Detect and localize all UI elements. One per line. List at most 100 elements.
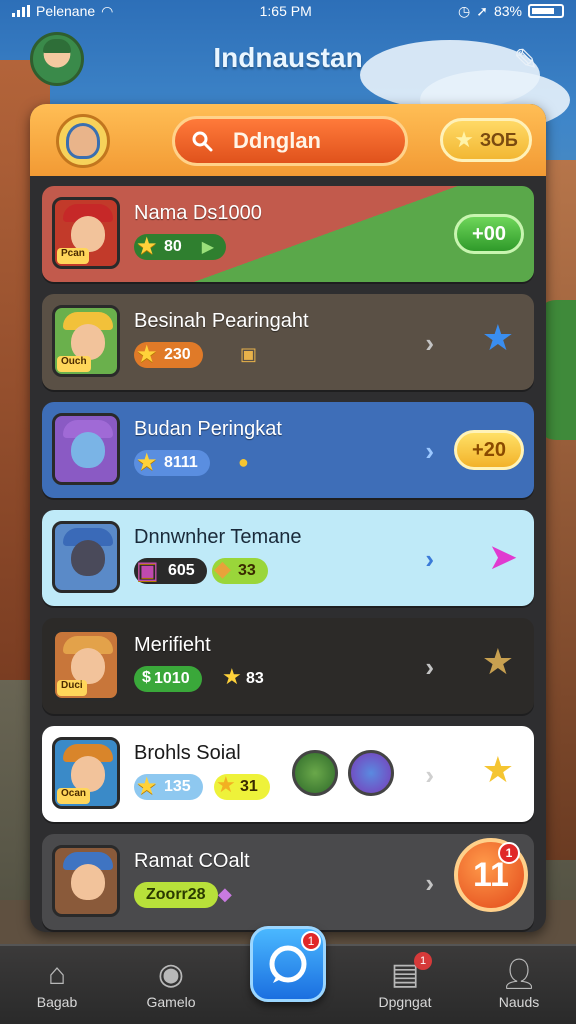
nav-label: Bagab <box>36 994 78 1010</box>
friend-avatar-green[interactable] <box>292 750 338 796</box>
portrait-tag: Ouch <box>57 356 91 372</box>
location-icon: ➚ <box>476 2 488 19</box>
carrier-name: Pelenane <box>36 3 96 19</box>
list-item[interactable]: Ramat COalt Zoorr28 ◆ › 11 1 <box>42 834 534 930</box>
item-title: Besinah Pearingaht <box>134 310 309 332</box>
character-portrait <box>52 413 120 485</box>
claim-button[interactable]: +00 <box>454 214 524 254</box>
leaderboard-panel: Ddnglan ★ ЗОБ Pcan Nama Ds1000 ★ 80 ▶ +0… <box>30 104 546 932</box>
coin-counter[interactable]: ★ ЗОБ <box>440 118 532 162</box>
item-title: Ramat COalt <box>134 850 250 872</box>
star-icon: ★ <box>136 773 158 800</box>
search-icon <box>189 128 215 154</box>
list-item[interactable]: Ouch Besinah Pearingaht ★ 230 ▣ › ★ <box>42 294 534 390</box>
star-stat: ★ 135 <box>134 773 203 800</box>
gem-stat: ◆ 33 <box>212 556 268 584</box>
star-icon: ★ <box>216 772 236 797</box>
chat-button[interactable]: 1 <box>250 926 326 1002</box>
star-icon: ★ <box>136 233 158 260</box>
list-item[interactable]: Dnnwnher Temane ▣ 605 ◆ 33 › ➤ <box>42 510 534 606</box>
star-stat: ★ 8111 <box>134 449 210 476</box>
item-title: Budan Peringkat <box>134 418 282 440</box>
chevron-right-icon[interactable]: › <box>425 868 434 899</box>
nav-games[interactable]: ◉ Gamelo <box>114 946 228 1024</box>
star-stat: ★ 83 <box>220 664 276 692</box>
battery-icon <box>527 4 564 18</box>
chevron-right-icon[interactable]: › <box>425 436 434 467</box>
item-title: Nama Ds1000 <box>134 202 262 224</box>
chevron-right-icon[interactable]: › <box>425 652 434 683</box>
nav-label: Nauds <box>498 994 540 1010</box>
heart-arrow-icon[interactable]: ➤ <box>488 536 518 577</box>
guild-emblem[interactable] <box>56 114 110 168</box>
stat-value: 605 <box>168 562 195 579</box>
notification-badge: 1 <box>498 842 520 864</box>
battery-percent: 83% <box>493 3 522 19</box>
search-label: Ddnglan <box>233 128 321 153</box>
stat2-value: 31 <box>240 778 258 795</box>
star-icon[interactable]: ★ <box>482 644 514 680</box>
star-icon[interactable]: ★ <box>482 320 514 356</box>
stat-value: 135 <box>164 778 191 795</box>
arrow-right-icon: ▶ <box>201 239 215 256</box>
coin-count: ЗОБ <box>479 129 518 150</box>
star-icon: ★ <box>136 449 158 476</box>
chest-icon: ▣ <box>136 557 159 584</box>
star-stat-2: ★ 31 <box>214 772 270 800</box>
app-title: Indnaustan <box>213 42 363 73</box>
character-portrait: Ocan <box>52 737 120 809</box>
wifi-icon: ◠ <box>101 2 114 19</box>
plus-icon: $ <box>142 669 151 686</box>
gem-icon: ◆ <box>214 556 231 581</box>
chest-icon: ▣ <box>240 344 258 364</box>
character-portrait: Pcan <box>52 197 120 269</box>
chevron-right-icon[interactable]: › <box>425 544 434 575</box>
list-item[interactable]: Ocan Brohls Soial ★ 135 ★ 31 › ★ <box>42 726 534 822</box>
star-stat: ★ 230 <box>134 341 203 368</box>
star-stat: ★ 80 ▶ <box>134 233 227 260</box>
list-item[interactable]: Pcan Nama Ds1000 ★ 80 ▶ +00 <box>42 186 534 282</box>
nav-inbox[interactable]: ▤ 1 Dpgngat <box>348 946 462 1024</box>
stat-value: Zoorr28 <box>146 886 206 903</box>
action-label: +20 <box>472 438 506 461</box>
character-portrait <box>52 845 120 917</box>
chest-stat: ▣ 605 <box>134 557 207 584</box>
stat-value: 230 <box>164 346 191 363</box>
list-item[interactable]: Duci Merifieht $ 1010 ★ 83 › ★ <box>42 618 534 714</box>
item-title: Brohls Soial <box>134 742 241 764</box>
chat-badge: 1 <box>301 931 321 951</box>
progress-stat: Zoorr28 <box>134 882 218 908</box>
star-icon[interactable]: ★ <box>482 752 514 788</box>
portrait-tag: Pcan <box>57 248 89 264</box>
portrait-tag: Duci <box>57 680 87 696</box>
settings-button[interactable]: ✎ <box>506 40 546 80</box>
reward-button[interactable]: +20 <box>454 430 524 470</box>
portrait-tag: Ocan <box>57 788 91 804</box>
star-icon: ★ <box>454 127 474 152</box>
stat2-value: 33 <box>238 562 256 579</box>
stat2-value: 83 <box>246 670 264 687</box>
camera-icon: ◉ <box>157 958 185 991</box>
home-icon: ⌂ <box>47 958 67 991</box>
nav-badge: 1 <box>414 952 433 970</box>
person-icon: 👤︎ <box>499 958 539 991</box>
header: Indnaustan ✎ <box>0 22 576 102</box>
nav-label: Gamelo <box>146 994 196 1010</box>
nav-profile[interactable]: 👤︎ Nauds <box>462 946 576 1024</box>
search-button[interactable]: Ddnglan <box>172 116 408 166</box>
notification-button[interactable]: 11 1 <box>454 838 528 912</box>
nav-home[interactable]: ⌂ Bagab <box>0 946 114 1024</box>
chevron-right-icon[interactable]: › <box>425 760 434 791</box>
stat-value: 80 <box>164 238 182 255</box>
nav-label: Dpgngat <box>378 994 432 1010</box>
character-portrait <box>52 521 120 593</box>
star-icon: ★ <box>222 664 242 689</box>
chevron-right-icon[interactable]: › <box>425 328 434 359</box>
star-icon: ★ <box>136 341 158 368</box>
stat-value: 1010 <box>154 670 190 687</box>
panel-header: Ddnglan ★ ЗОБ <box>30 104 546 176</box>
action-label: +00 <box>472 222 506 245</box>
list-item[interactable]: Budan Peringkat ★ 8111 ● › +20 <box>42 402 534 498</box>
signal-icon <box>12 5 30 17</box>
friend-avatar-blue[interactable] <box>348 750 394 796</box>
